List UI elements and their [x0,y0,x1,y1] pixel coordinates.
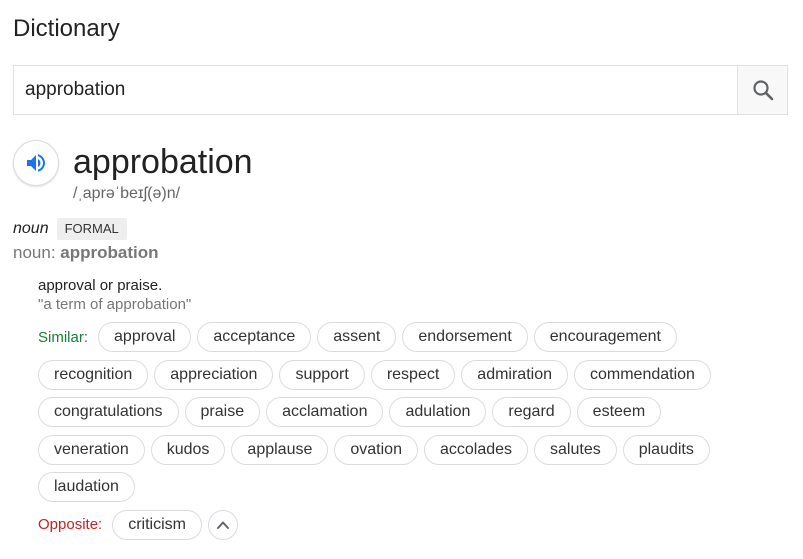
page-title: Dictionary [13,15,120,42]
similar-chip[interactable]: congratulations [38,397,179,427]
similar-chip[interactable]: praise [184,397,261,427]
similar-chip[interactable]: support [279,359,365,390]
similar-chip[interactable]: approval [98,322,192,352]
related-words: Similar: approval acceptance assent endo… [38,322,758,547]
phonetic-transcription: /ˌaprəˈbeɪʃ(ə)n/ [73,185,181,202]
search-input[interactable] [14,66,737,114]
definition: approval or praise. [38,277,163,294]
similar-chip[interactable]: laudation [38,472,135,502]
similar-chip[interactable]: encouragement [533,322,677,352]
similar-row: Similar: approval acceptance assent endo… [38,322,758,352]
pronunciation-button[interactable] [13,140,59,186]
forms-word: approbation [60,243,159,262]
similar-chip[interactable]: appreciation [154,359,274,390]
similar-chip[interactable]: admiration [461,359,568,390]
similar-chip[interactable]: accolades [423,434,529,465]
usage-example: "a term of approbation" [38,296,192,313]
similar-row: recognition appreciation support respect… [38,359,758,390]
opposite-row: Opposite: criticism [38,509,758,540]
similar-chip[interactable]: assent [317,322,397,352]
forms-label: noun: [13,243,61,262]
similar-chip[interactable]: plaudits [622,434,710,465]
speaker-icon [27,154,45,172]
similar-chip[interactable]: kudos [150,434,226,465]
similar-label: Similar: [38,328,89,346]
similar-chip[interactable]: esteem [576,397,662,427]
part-of-speech-row: noun FORMAL [13,218,127,240]
similar-row: congratulations praise acclamation adula… [38,397,758,427]
similar-chip[interactable]: commendation [574,359,711,390]
search-button[interactable] [737,66,787,114]
similar-chip[interactable]: acceptance [197,322,312,352]
chevron-up-icon [216,521,229,529]
similar-chip[interactable]: adulation [389,397,487,427]
similar-row: veneration kudos applause ovation accola… [38,434,758,465]
similar-chip[interactable]: veneration [38,434,145,465]
part-of-speech: noun [13,220,49,237]
collapse-button[interactable] [207,509,238,540]
search-icon [752,80,773,101]
register-badge: FORMAL [56,218,127,240]
similar-chip[interactable]: applause [231,434,329,465]
opposite-label: Opposite: [38,516,103,533]
similar-row: laudation [38,472,758,502]
similar-chip[interactable]: recognition [38,359,149,390]
similar-chip[interactable]: regard [492,397,571,427]
similar-chip[interactable]: endorsement [402,322,528,352]
word-forms: noun: approbation [13,243,158,263]
similar-chip[interactable]: respect [370,359,456,390]
similar-chip[interactable]: salutes [534,434,617,465]
similar-chip[interactable]: ovation [334,434,418,465]
opposite-chip[interactable]: criticism [112,509,202,540]
search-bar [13,65,788,115]
headword: approbation [73,143,253,181]
similar-chip[interactable]: acclamation [266,397,384,427]
